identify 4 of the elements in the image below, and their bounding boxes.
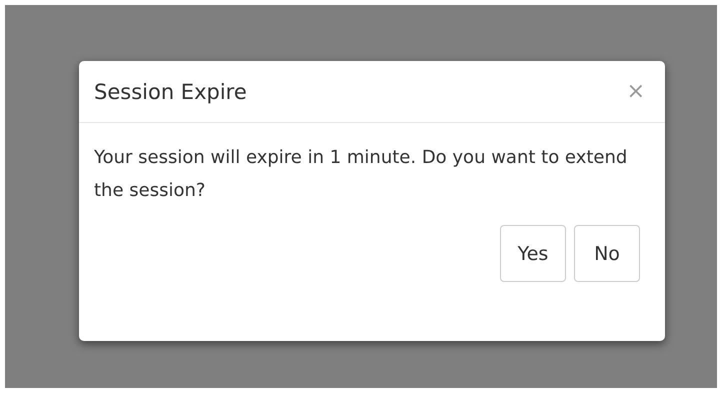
decline-button[interactable]: No [574, 225, 640, 282]
dialog-message: Your session will expire in 1 minute. Do you want to extend the session? [93, 146, 628, 203]
dialog-title: Session Expire [94, 80, 247, 104]
confirm-button[interactable]: Yes [500, 225, 566, 282]
